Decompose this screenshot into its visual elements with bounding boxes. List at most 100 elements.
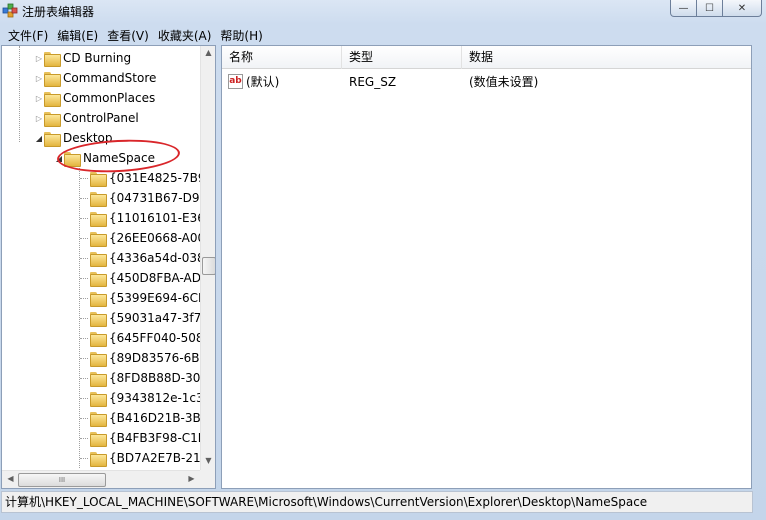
tree-guide-line <box>80 317 88 319</box>
scroll-up-arrow-icon[interactable]: ▲ <box>201 48 215 57</box>
folder-icon <box>90 371 107 387</box>
close-button[interactable]: ✕ <box>722 0 762 17</box>
menu-bar: 文件(F) 编辑(E) 查看(V) 收藏夹(A) 帮助(H) <box>0 25 766 44</box>
tree-guide-line <box>80 237 88 239</box>
column-header-type[interactable]: 类型 <box>342 46 462 69</box>
vertical-scroll-thumb[interactable] <box>202 257 215 275</box>
tree-item-desktop[interactable]: ◢ Desktop <box>34 128 113 148</box>
folder-open-icon <box>64 151 81 167</box>
scroll-left-arrow-icon[interactable]: ◀ <box>3 474 18 483</box>
tree-guide-line <box>80 437 88 439</box>
tree-item-namespace[interactable]: ◢ NameSpace <box>54 148 155 168</box>
registry-values-list[interactable]: 名称 类型 数据 ab (默认) REG_SZ (数值未设置) <box>221 45 752 489</box>
tree-guide-line <box>80 377 88 379</box>
collapse-icon[interactable]: ◢ <box>34 134 44 143</box>
tree-item-label: {11016101-E366 <box>109 211 213 225</box>
maximize-button[interactable]: ☐ <box>696 0 723 17</box>
value-type: REG_SZ <box>349 75 397 89</box>
tree-guide-line <box>19 46 20 142</box>
tree-item-guid[interactable]: {B416D21B-3B22 <box>80 408 215 428</box>
tree-item-guid[interactable]: {BD7A2E7B-21C <box>80 448 209 468</box>
tree-item-guid[interactable]: {B4FB3F98-C1EA <box>80 428 214 448</box>
tree-item-label: {26EE0668-A00A <box>109 231 214 245</box>
scrollbar-corner <box>200 470 215 488</box>
tree-item-label: CommonPlaces <box>63 91 156 105</box>
tree-guide-line <box>80 417 88 419</box>
menu-file[interactable]: 文件(F) <box>4 25 53 44</box>
folder-icon <box>90 431 107 447</box>
tree-item-commonplaces[interactable]: ▷ CommonPlaces <box>34 88 155 108</box>
column-header-name[interactable]: 名称 <box>222 46 342 69</box>
tree-item-guid[interactable]: {59031a47-3f72 <box>80 308 209 328</box>
tree-item-commandstore[interactable]: ▷ CommandStore <box>34 68 156 88</box>
tree-item-guid[interactable]: {5399E694-6CE5 <box>80 288 213 308</box>
title-bar[interactable]: 注册表编辑器 — ☐ ✕ <box>0 0 766 22</box>
tree-item-label: CommandStore <box>63 71 157 85</box>
tree-vertical-scrollbar[interactable]: ▲ ▼ <box>200 46 215 470</box>
folder-icon <box>90 211 107 227</box>
folder-icon <box>90 351 107 367</box>
column-header-data[interactable]: 数据 <box>462 46 751 69</box>
folder-open-icon <box>44 131 61 147</box>
tree-item-label: {BD7A2E7B-21C <box>109 451 210 465</box>
tree-item-guid[interactable]: {26EE0668-A00A <box>80 228 213 248</box>
tree-item-label: {031E4825-7B94 <box>109 171 214 185</box>
folder-icon <box>90 391 107 407</box>
tree-guide-line <box>80 337 88 339</box>
window-controls: — ☐ ✕ <box>670 0 762 18</box>
expand-icon[interactable]: ▷ <box>34 114 44 123</box>
tree-guide-line <box>80 357 88 359</box>
expand-icon[interactable]: ▷ <box>34 74 44 83</box>
folder-icon <box>90 411 107 427</box>
status-bar-path: 计算机\HKEY_LOCAL_MACHINE\SOFTWARE\Microsof… <box>1 491 753 513</box>
tree-guide-line <box>80 397 88 399</box>
tree-item-label: NameSpace <box>83 151 155 165</box>
tree-guide-line <box>80 457 88 459</box>
folder-icon <box>90 251 107 267</box>
tree-item-guid[interactable]: {4336a54d-038b <box>80 248 212 268</box>
tree-guide-line <box>80 277 88 279</box>
tree-item-label: {9343812e-1c37 <box>109 391 212 405</box>
scroll-right-arrow-icon[interactable]: ▶ <box>184 474 199 483</box>
folder-icon <box>44 51 61 67</box>
expand-icon[interactable]: ▷ <box>34 54 44 63</box>
scroll-down-arrow-icon[interactable]: ▼ <box>201 456 215 465</box>
tree-item-cd-burning[interactable]: ▷ CD Burning <box>34 48 131 68</box>
tree-item-guid[interactable]: {645FF040-5081 <box>80 328 211 348</box>
tree-item-label: {89D83576-6BD <box>109 351 209 365</box>
folder-icon <box>44 91 61 107</box>
tree-item-guid[interactable]: {8FD8B88D-30E <box>80 368 208 388</box>
menu-favorites[interactable]: 收藏夹(A) <box>154 25 217 44</box>
table-row[interactable]: ab (默认) REG_SZ (数值未设置) <box>222 72 751 92</box>
tree-item-guid[interactable]: {11016101-E366 <box>80 208 213 228</box>
folder-icon <box>90 331 107 347</box>
tree-item-controlpanel[interactable]: ▷ ControlPanel <box>34 108 139 128</box>
tree-item-label: {B4FB3F98-C1EA <box>109 431 214 445</box>
menu-edit[interactable]: 编辑(E) <box>53 25 103 44</box>
horizontal-scroll-thumb[interactable]: III <box>18 473 106 487</box>
tree-item-guid[interactable]: {031E4825-7B94 <box>80 168 213 188</box>
folder-icon <box>44 71 61 87</box>
menu-help[interactable]: 帮助(H) <box>216 25 267 44</box>
tree-guide-line <box>80 217 88 219</box>
folder-icon <box>90 311 107 327</box>
expand-icon[interactable]: ▷ <box>34 94 44 103</box>
menu-view[interactable]: 查看(V) <box>103 25 154 44</box>
registry-editor-window: 注册表编辑器 — ☐ ✕ 文件(F) 编辑(E) 查看(V) 收藏夹(A) 帮助… <box>0 0 766 520</box>
tree-item-label: ControlPanel <box>63 111 139 125</box>
tree-guide-line <box>80 197 88 199</box>
tree-item-guid[interactable]: {89D83576-6BD <box>80 348 209 368</box>
tree-item-label: CD Burning <box>63 51 132 65</box>
collapse-icon[interactable]: ◢ <box>54 154 64 163</box>
folder-icon <box>44 111 61 127</box>
tree-item-guid[interactable]: {450D8FBA-AD25 <box>80 268 215 288</box>
tree-guide-line <box>80 257 88 259</box>
minimize-button[interactable]: — <box>670 0 697 17</box>
folder-icon <box>90 191 107 207</box>
tree-horizontal-scrollbar[interactable]: ◀ III ▶ <box>2 470 200 488</box>
registry-key-tree[interactable]: ▷ CD Burning ▷ CommandStore ▷ CommonPlac… <box>1 45 216 489</box>
folder-icon <box>90 291 107 307</box>
tree-item-guid[interactable]: {9343812e-1c37 <box>80 388 211 408</box>
list-header: 名称 类型 数据 <box>222 46 751 69</box>
tree-item-guid[interactable]: {04731B67-D933 <box>80 188 215 208</box>
